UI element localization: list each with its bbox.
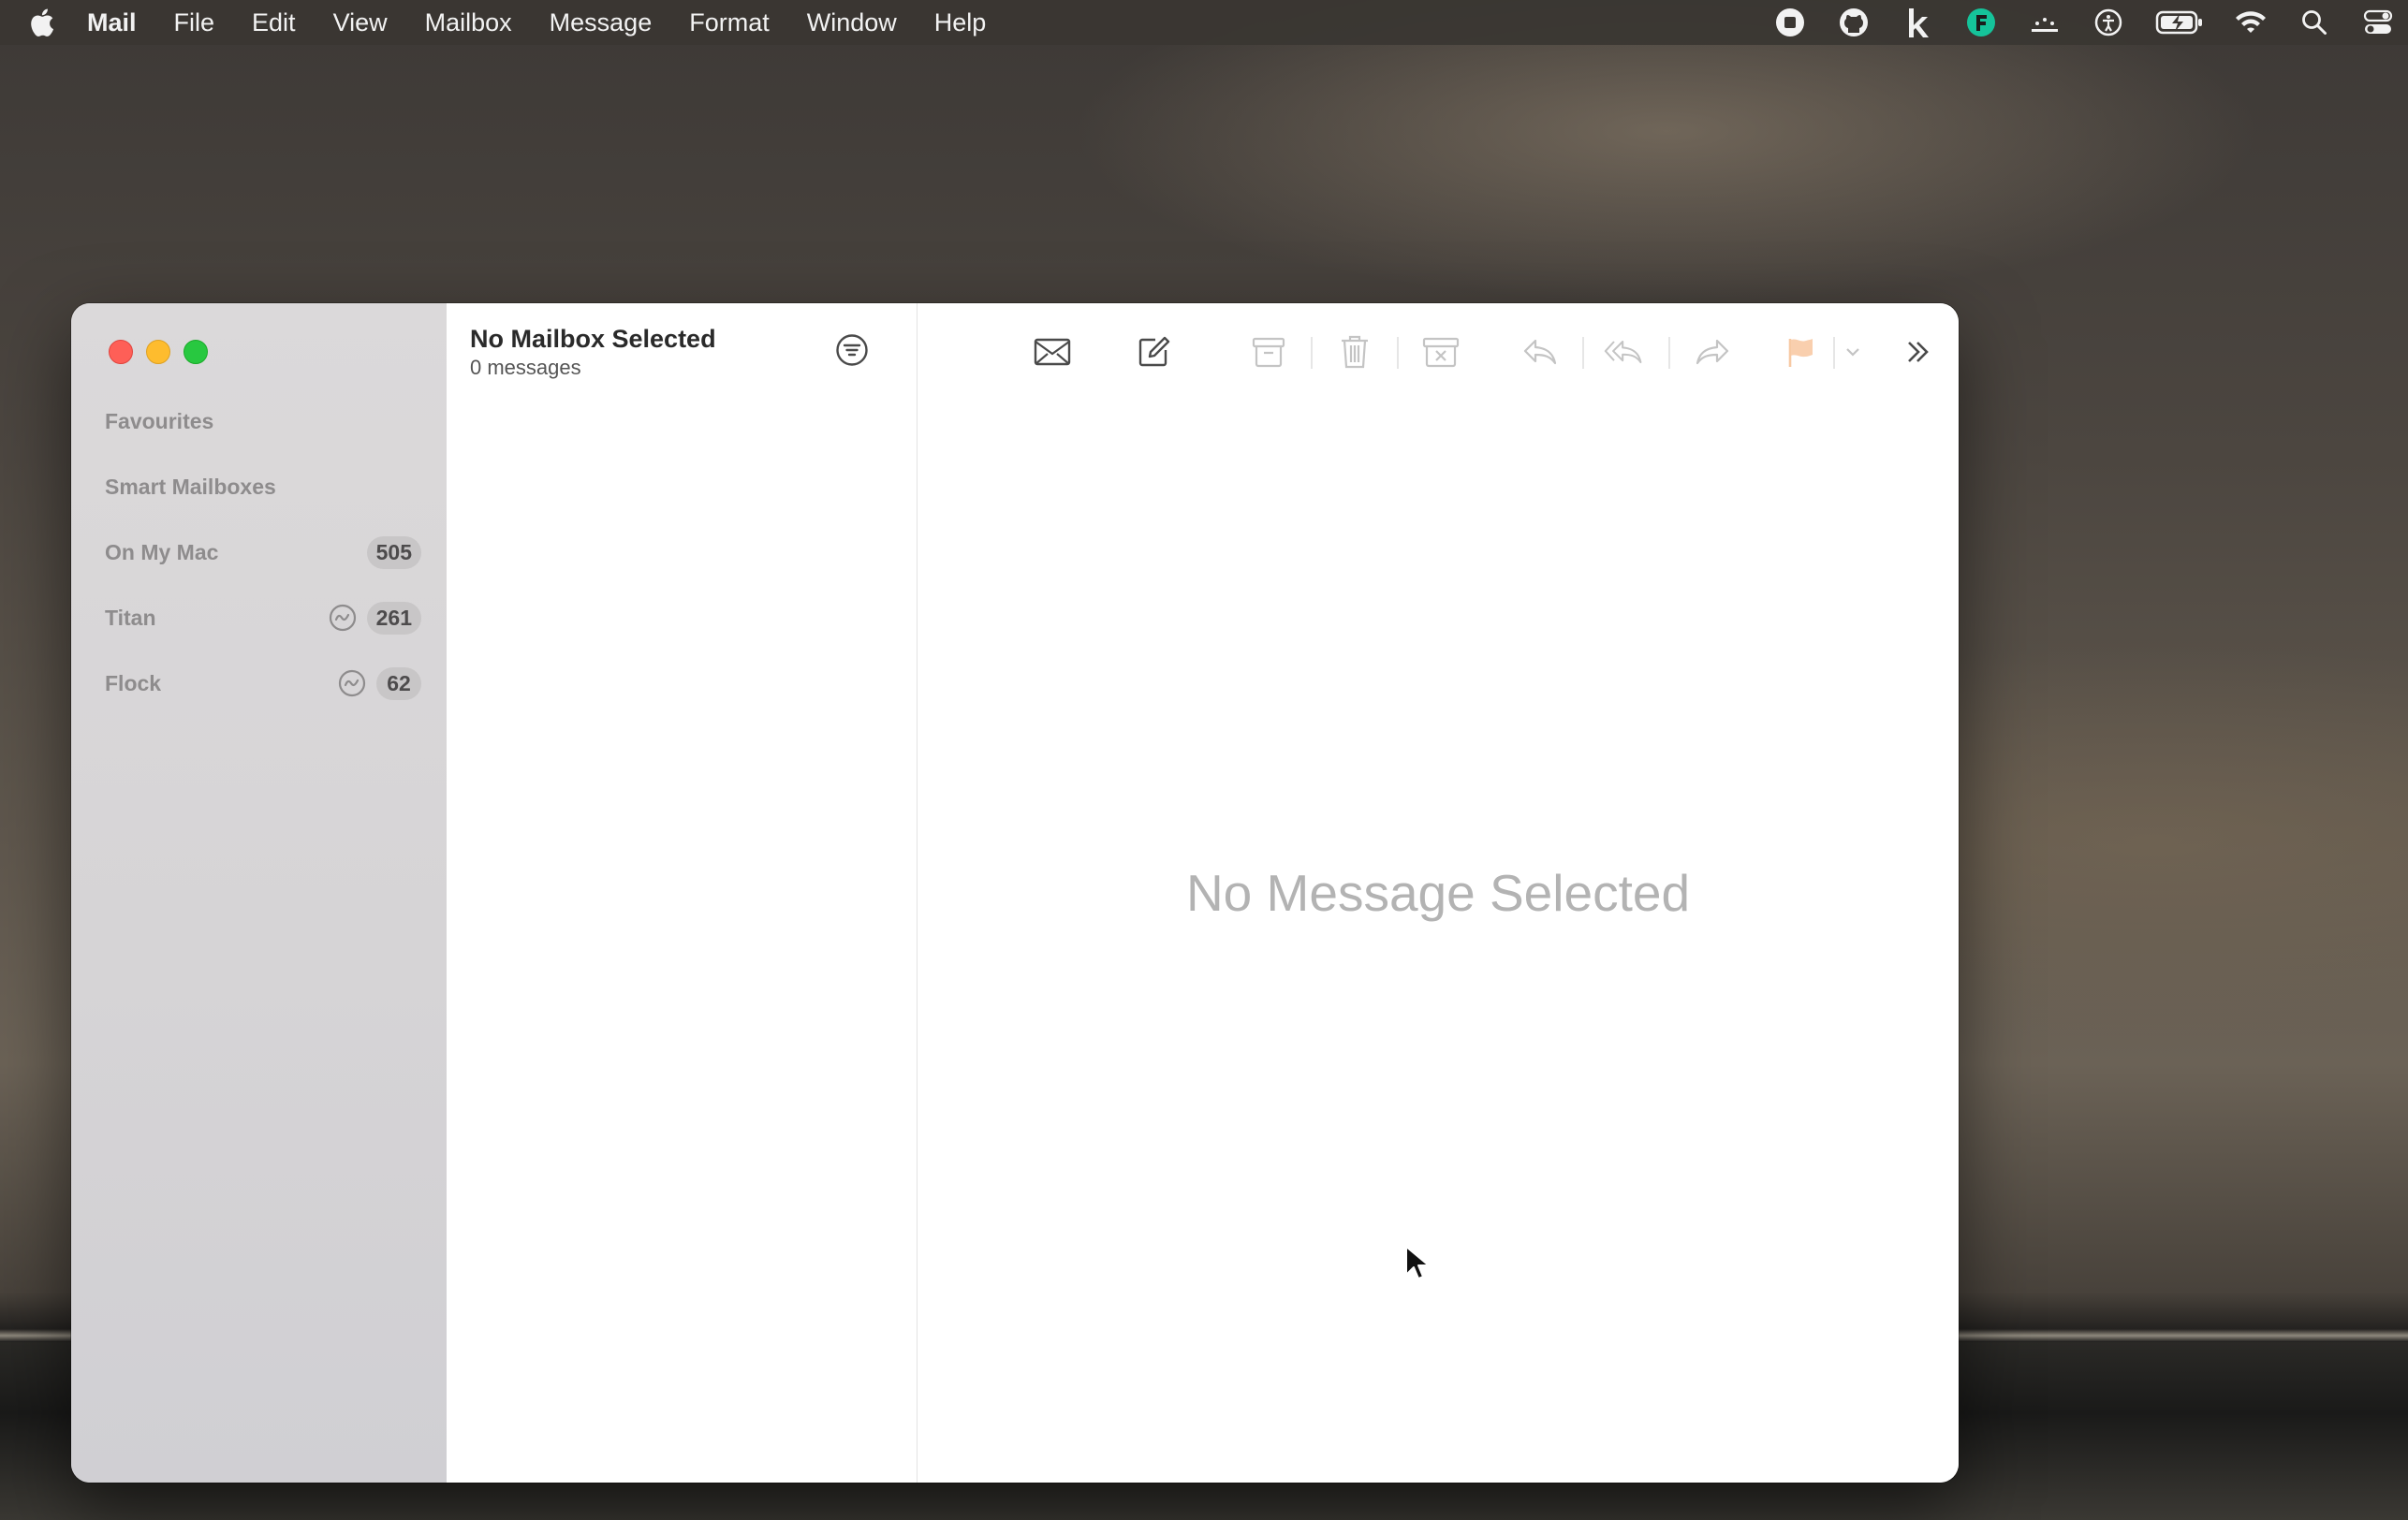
sidebar-section-smart-mailboxes[interactable]: Smart Mailboxes (105, 468, 421, 505)
no-message-selected-text: No Message Selected (1185, 864, 1691, 922)
more-tools-button[interactable] (1898, 331, 1939, 373)
menu-help[interactable]: Help (934, 8, 987, 37)
junk-button[interactable] (1420, 331, 1461, 373)
reply-button[interactable] (1520, 331, 1561, 373)
wifi-icon[interactable] (2234, 6, 2268, 39)
window-zoom-button[interactable] (184, 340, 208, 364)
toolbar-separator (1833, 337, 1835, 369)
mailbox-title: No Mailbox Selected (470, 325, 716, 353)
window-close-button[interactable] (109, 340, 133, 364)
toolbar-separator (1311, 337, 1313, 369)
accessibility-icon[interactable] (2092, 6, 2125, 39)
account-activity-icon[interactable] (337, 668, 367, 698)
sidebar-section-on-my-mac[interactable]: On My Mac 505 (105, 533, 421, 571)
sidebar-section-label: Titan (105, 605, 156, 630)
chevron-down-icon (1846, 348, 1859, 357)
window-minimize-button[interactable] (146, 340, 170, 364)
menu-app-mail[interactable]: Mail (87, 8, 137, 37)
filter-icon[interactable] (834, 332, 870, 368)
reply-all-button[interactable] (1604, 331, 1645, 373)
chevron-double-right-icon (1908, 342, 1929, 362)
junk-icon (1422, 337, 1460, 368)
message-count: 0 messages (470, 356, 581, 379)
k-app-icon[interactable] (1901, 6, 1934, 39)
message-list-pane: No Mailbox Selected 0 messages (447, 303, 918, 1483)
display-icon[interactable] (2028, 6, 2062, 39)
menu-file[interactable]: File (174, 8, 215, 37)
forward-icon (1696, 339, 1729, 365)
sidebar: Favourites Smart Mailboxes On My Mac 505… (71, 303, 448, 1483)
spotlight-icon[interactable] (2298, 6, 2331, 39)
sidebar-section-titan[interactable]: Titan 261 (105, 599, 421, 636)
menu-bar: Mail File Edit View Mailbox Message Form… (0, 0, 2408, 45)
reply-icon (1523, 339, 1557, 365)
grammarly-icon[interactable] (1964, 6, 1998, 39)
unread-count-badge: 261 (366, 601, 421, 635)
flag-menu-button[interactable] (1839, 331, 1867, 373)
forward-button[interactable] (1692, 331, 1733, 373)
toolbar-separator (1397, 337, 1399, 369)
sidebar-section-flock[interactable]: Flock 62 (105, 665, 421, 702)
status-area (1743, 0, 2408, 45)
menu-mailbox[interactable]: Mailbox (425, 8, 512, 37)
sidebar-section-label: On My Mac (105, 539, 219, 564)
trash-icon (1342, 335, 1368, 369)
envelope-icon (1034, 338, 1071, 366)
archive-icon (1252, 337, 1285, 368)
reply-all-icon (1604, 340, 1642, 364)
sidebar-section-favourites[interactable]: Favourites (105, 402, 421, 440)
record-icon[interactable] (1773, 6, 1807, 39)
account-activity-icon[interactable] (328, 603, 358, 633)
battery-charging-icon[interactable] (2155, 6, 2204, 39)
get-mail-button[interactable] (1032, 331, 1073, 373)
flag-icon (1788, 339, 1813, 367)
control-center-icon[interactable] (2361, 6, 2395, 39)
menu-window[interactable]: Window (807, 8, 897, 37)
toolbar-separator (1668, 337, 1670, 369)
delete-button[interactable] (1334, 331, 1375, 373)
mouse-cursor-icon (1405, 1246, 1429, 1279)
search-button[interactable] (1958, 331, 1959, 373)
menu-view[interactable]: View (333, 8, 388, 37)
sidebar-section-label: Favourites (105, 408, 214, 433)
unread-count-badge: 62 (376, 666, 421, 700)
menu-message[interactable]: Message (550, 8, 653, 37)
apple-logo-icon[interactable] (27, 7, 55, 38)
unread-count-badge: 505 (366, 535, 421, 569)
compose-button[interactable] (1133, 331, 1174, 373)
github-icon[interactable] (1837, 6, 1871, 39)
archive-button[interactable] (1248, 331, 1289, 373)
flag-button[interactable] (1781, 331, 1822, 373)
menu-edit[interactable]: Edit (252, 8, 296, 37)
menu-format[interactable]: Format (689, 8, 770, 37)
toolbar-separator (1582, 337, 1584, 369)
sidebar-section-label: Flock (105, 670, 162, 695)
mail-window: Favourites Smart Mailboxes On My Mac 505… (71, 303, 1959, 1483)
compose-icon (1138, 336, 1170, 367)
message-viewer: No Message Selected (918, 303, 1959, 1483)
sidebar-section-label: Smart Mailboxes (105, 474, 276, 499)
